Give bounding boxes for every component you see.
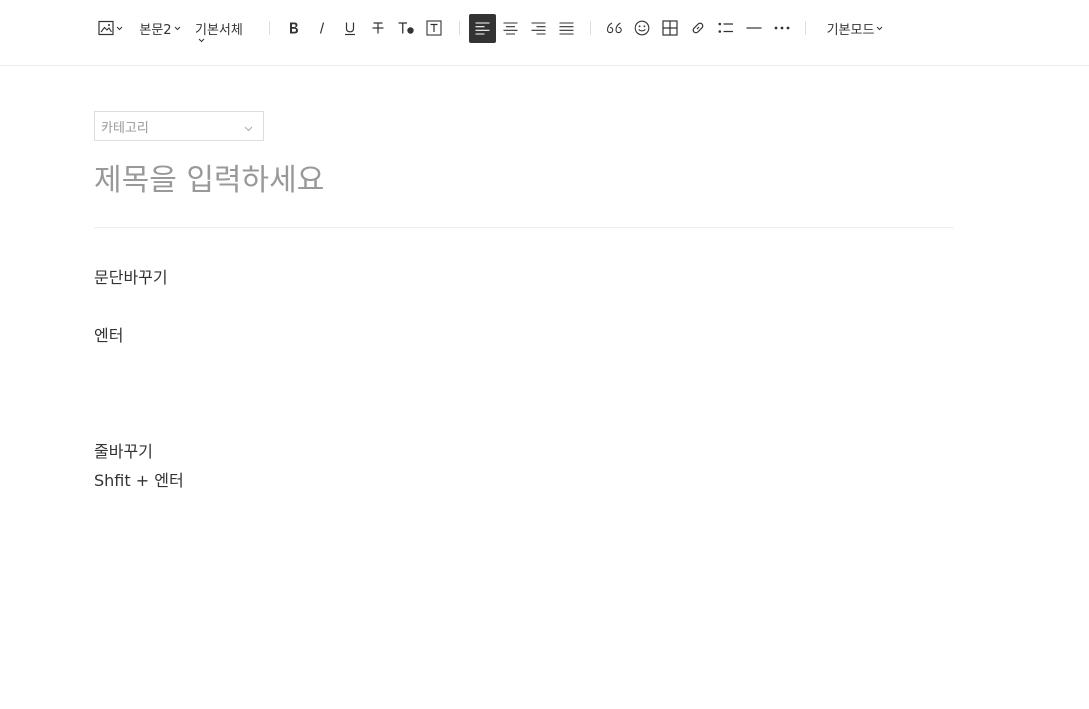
text-background-icon <box>426 20 442 36</box>
paragraph-style-dropdown[interactable]: 본문2 <box>138 14 182 42</box>
paragraph-text: Shfit + 엔터 <box>94 471 184 490</box>
list-icon <box>718 22 734 34</box>
editor-body[interactable]: 문단바꾸기 엔터 줄바꾸기 Shfit + 엔터 <box>94 262 954 682</box>
post-title-input[interactable] <box>94 158 954 202</box>
align-right-icon <box>531 21 546 35</box>
underline-button[interactable] <box>336 14 364 42</box>
align-left-button[interactable] <box>469 14 496 43</box>
paragraph-text: 엔터 <box>94 326 124 345</box>
font-family-label: 기본서체 <box>195 22 243 38</box>
editor-mode-label: 기본모드 <box>826 22 875 38</box>
list-button[interactable] <box>712 14 740 42</box>
image-icon <box>97 20 114 36</box>
chevron-down-icon <box>198 38 205 43</box>
image-insert-button[interactable] <box>96 14 124 42</box>
horizontal-line-icon <box>746 26 762 30</box>
paragraph-text: 줄바꾸기 <box>94 442 153 461</box>
quote-icon <box>606 22 622 34</box>
align-justify-button[interactable] <box>552 14 580 42</box>
align-left-icon <box>475 22 490 35</box>
emoji-icon <box>634 20 650 36</box>
text-color-button[interactable] <box>392 14 420 42</box>
table-icon <box>662 20 678 36</box>
italic-icon <box>315 21 329 35</box>
more-button[interactable] <box>768 14 796 42</box>
underline-icon <box>343 21 357 36</box>
font-family-dropdown[interactable]: 기본서체 <box>195 14 251 43</box>
text-background-button[interactable] <box>420 14 448 42</box>
strikethrough-button[interactable] <box>364 14 392 42</box>
toolbar-separator <box>269 21 270 35</box>
align-justify-icon <box>559 21 574 35</box>
chevron-down-icon <box>174 26 181 31</box>
toolbar-separator <box>805 21 806 35</box>
category-select[interactable]: 카테고리 <box>94 111 264 141</box>
align-center-button[interactable] <box>496 14 524 42</box>
paragraph-style-label: 본문2 <box>139 22 172 38</box>
editor-toolbar: 본문2 기본서체 기본모드 <box>0 0 1089 66</box>
toolbar-separator <box>590 21 591 35</box>
editor-mode-dropdown[interactable]: 기본모드 <box>822 14 888 42</box>
italic-button[interactable] <box>308 14 336 42</box>
bold-button[interactable] <box>280 14 308 42</box>
horizontal-line-button[interactable] <box>740 14 768 42</box>
bold-icon <box>287 21 301 35</box>
strikethrough-icon <box>371 21 385 35</box>
category-label: 카테고리 <box>101 120 149 136</box>
align-center-icon <box>503 21 518 35</box>
table-button[interactable] <box>656 14 684 42</box>
link-button[interactable] <box>684 14 712 42</box>
text-color-icon <box>397 21 415 35</box>
toolbar-separator <box>459 21 460 35</box>
chevron-down-icon <box>116 26 123 31</box>
paragraph-text: 문단바꾸기 <box>94 268 168 287</box>
quote-button[interactable] <box>600 14 628 42</box>
chevron-down-icon <box>876 26 883 31</box>
chevron-down-icon <box>244 121 253 136</box>
emoji-button[interactable] <box>628 14 656 42</box>
title-divider <box>94 227 954 228</box>
align-right-button[interactable] <box>524 14 552 42</box>
link-icon <box>690 20 706 36</box>
more-icon <box>774 26 790 30</box>
